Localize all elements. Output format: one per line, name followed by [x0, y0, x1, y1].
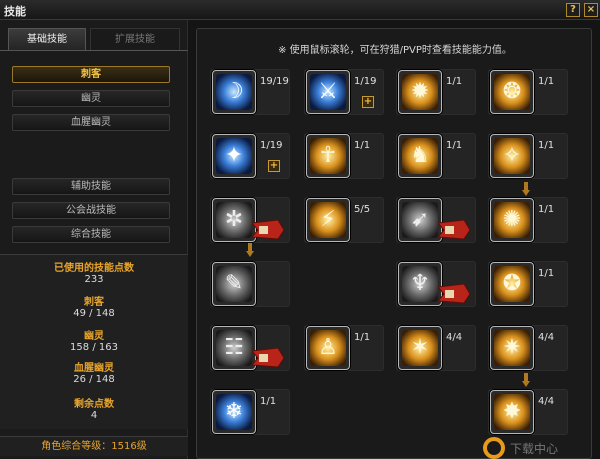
skill-slot[interactable]: ➹: [398, 198, 442, 242]
watermark-text: 下载中心: [510, 441, 558, 456]
skill-icon: ♙: [310, 330, 346, 366]
skill-slot[interactable]: ✪: [490, 262, 534, 306]
skill-slot[interactable]: ⚔: [306, 70, 350, 114]
window-title: 技能: [4, 5, 26, 18]
skill-level: 1/1: [354, 140, 371, 151]
skill-slot[interactable]: ☽: [212, 70, 256, 114]
skill-level: 1/1: [538, 76, 555, 87]
assassin-points-value: 49 / 148: [73, 308, 115, 319]
skill-icon: ⚡: [310, 202, 346, 238]
skill-icon: ✶: [402, 330, 438, 366]
skill-level: 4/4: [538, 396, 555, 407]
skill-level: 1/1: [538, 140, 555, 151]
skill-plus-button[interactable]: +: [268, 160, 280, 172]
assassin-points-label: 刺客: [84, 297, 104, 308]
skill-icon: ✹: [402, 74, 438, 110]
skill-book-flag-icon: [438, 284, 470, 304]
arrow-down-icon: [522, 182, 530, 196]
skill-icon: ✷: [494, 330, 530, 366]
skill-icon: ✲: [216, 202, 252, 238]
skill-slot[interactable]: ❂: [490, 70, 534, 114]
skill-slot[interactable]: ✶: [398, 326, 442, 370]
left-panel: 基础技能 扩展技能 刺客 幽灵 血腥幽灵 辅助技能 公会战技能 综合技能 已使用…: [0, 20, 188, 459]
skill-icon: ✺: [494, 202, 530, 238]
arrow-down-icon: [522, 373, 530, 387]
skill-icon: ☽: [216, 74, 252, 110]
skill-slot[interactable]: ♆: [398, 262, 442, 306]
skill-level: 4/4: [446, 332, 463, 343]
skill-icon: ✪: [494, 266, 530, 302]
skill-level: 19/19: [260, 76, 289, 87]
skill-slot[interactable]: ♙: [306, 326, 350, 370]
notice-text: ※ 使用鼠标滚轮，可在狩猎/PVP时查看技能能力值。: [278, 45, 512, 56]
skill-icon: ❄: [216, 394, 252, 430]
ghost-points-value: 158 / 163: [70, 342, 118, 353]
tab-basic-skills[interactable]: 基础技能: [8, 28, 86, 50]
skill-icon: ☷: [216, 330, 252, 366]
tab-extended-skills[interactable]: 扩展技能: [90, 28, 180, 50]
category-guild-war-skills[interactable]: 公会战技能: [12, 202, 170, 219]
skill-icon: ✎: [216, 266, 252, 302]
skill-points-panel: 已使用的技能点数 233 刺客 49 / 148 幽灵 158 / 163 血腥…: [0, 254, 188, 429]
character-level: 角色综合等级：1516级: [0, 436, 188, 456]
skill-icon: ♞: [402, 138, 438, 174]
skill-level: 1/19: [260, 140, 283, 151]
skill-slot[interactable]: ✺: [490, 198, 534, 242]
remaining-points-value: 4: [90, 410, 98, 421]
used-points-value: 233: [84, 274, 104, 285]
skill-icon: ☥: [310, 138, 346, 174]
skill-slot[interactable]: ✹: [398, 70, 442, 114]
skill-icon: ➹: [402, 202, 438, 238]
skill-slot[interactable]: ✷: [490, 326, 534, 370]
skill-level: 5/5: [354, 204, 371, 215]
ghost-points-label: 幽灵: [84, 331, 104, 342]
title-bar[interactable]: 技能 ? ×: [0, 0, 600, 20]
skill-slot[interactable]: ✲: [212, 198, 256, 242]
skill-level: 1/19: [354, 76, 377, 87]
watermark-logo: 下载中心: [483, 437, 558, 459]
skill-window: 技能 ? × 基础技能 扩展技能 刺客 幽灵 血腥幽灵 辅助技能 公会战技能 综…: [0, 0, 600, 459]
skill-level: 1/1: [260, 396, 277, 407]
used-points-label: 已使用的技能点数: [54, 263, 134, 274]
class-item-blood-ghost[interactable]: 血腥幽灵: [12, 114, 170, 131]
skill-book-flag-icon: [252, 348, 284, 368]
skill-icon: ❂: [494, 74, 530, 110]
skill-level: 1/1: [354, 332, 371, 343]
skill-slot[interactable]: ✦: [212, 134, 256, 178]
skill-icon: ⚔: [310, 74, 346, 110]
class-item-assassin[interactable]: 刺客: [12, 66, 170, 83]
skill-slot[interactable]: ✧: [490, 134, 534, 178]
tab-divider: [0, 50, 188, 51]
skill-level: 1/1: [446, 76, 463, 87]
class-item-ghost[interactable]: 幽灵: [12, 90, 170, 107]
skill-level: 1/1: [446, 140, 463, 151]
skill-icon: ✧: [494, 138, 530, 174]
skill-slot[interactable]: ❄: [212, 390, 256, 434]
skill-book-flag-icon: [252, 220, 284, 240]
blood-ghost-points-value: 26 / 148: [73, 374, 115, 385]
close-icon[interactable]: ×: [584, 3, 598, 17]
skill-plus-button[interactable]: +: [362, 96, 374, 108]
skill-slot[interactable]: ✎: [212, 262, 256, 306]
skill-slot[interactable]: ☥: [306, 134, 350, 178]
skill-icon: ♆: [402, 266, 438, 302]
skill-level: 1/1: [538, 204, 555, 215]
skill-level: 1/1: [538, 268, 555, 279]
skill-slot[interactable]: ♞: [398, 134, 442, 178]
skill-level: 4/4: [538, 332, 555, 343]
skill-slot[interactable]: ✸: [490, 390, 534, 434]
category-general-skills[interactable]: 综合技能: [12, 226, 170, 243]
skill-slot[interactable]: ☷: [212, 326, 256, 370]
help-icon[interactable]: ?: [566, 3, 580, 17]
remaining-points-label: 剩余点数: [74, 399, 114, 410]
skill-icon: ✸: [494, 394, 530, 430]
arrow-down-icon: [246, 243, 254, 257]
skill-book-flag-icon: [438, 220, 470, 240]
blood-ghost-points-label: 血腥幽灵: [74, 363, 114, 374]
skill-icon: ✦: [216, 138, 252, 174]
skill-slot[interactable]: ⚡: [306, 198, 350, 242]
category-support-skills[interactable]: 辅助技能: [12, 178, 170, 195]
